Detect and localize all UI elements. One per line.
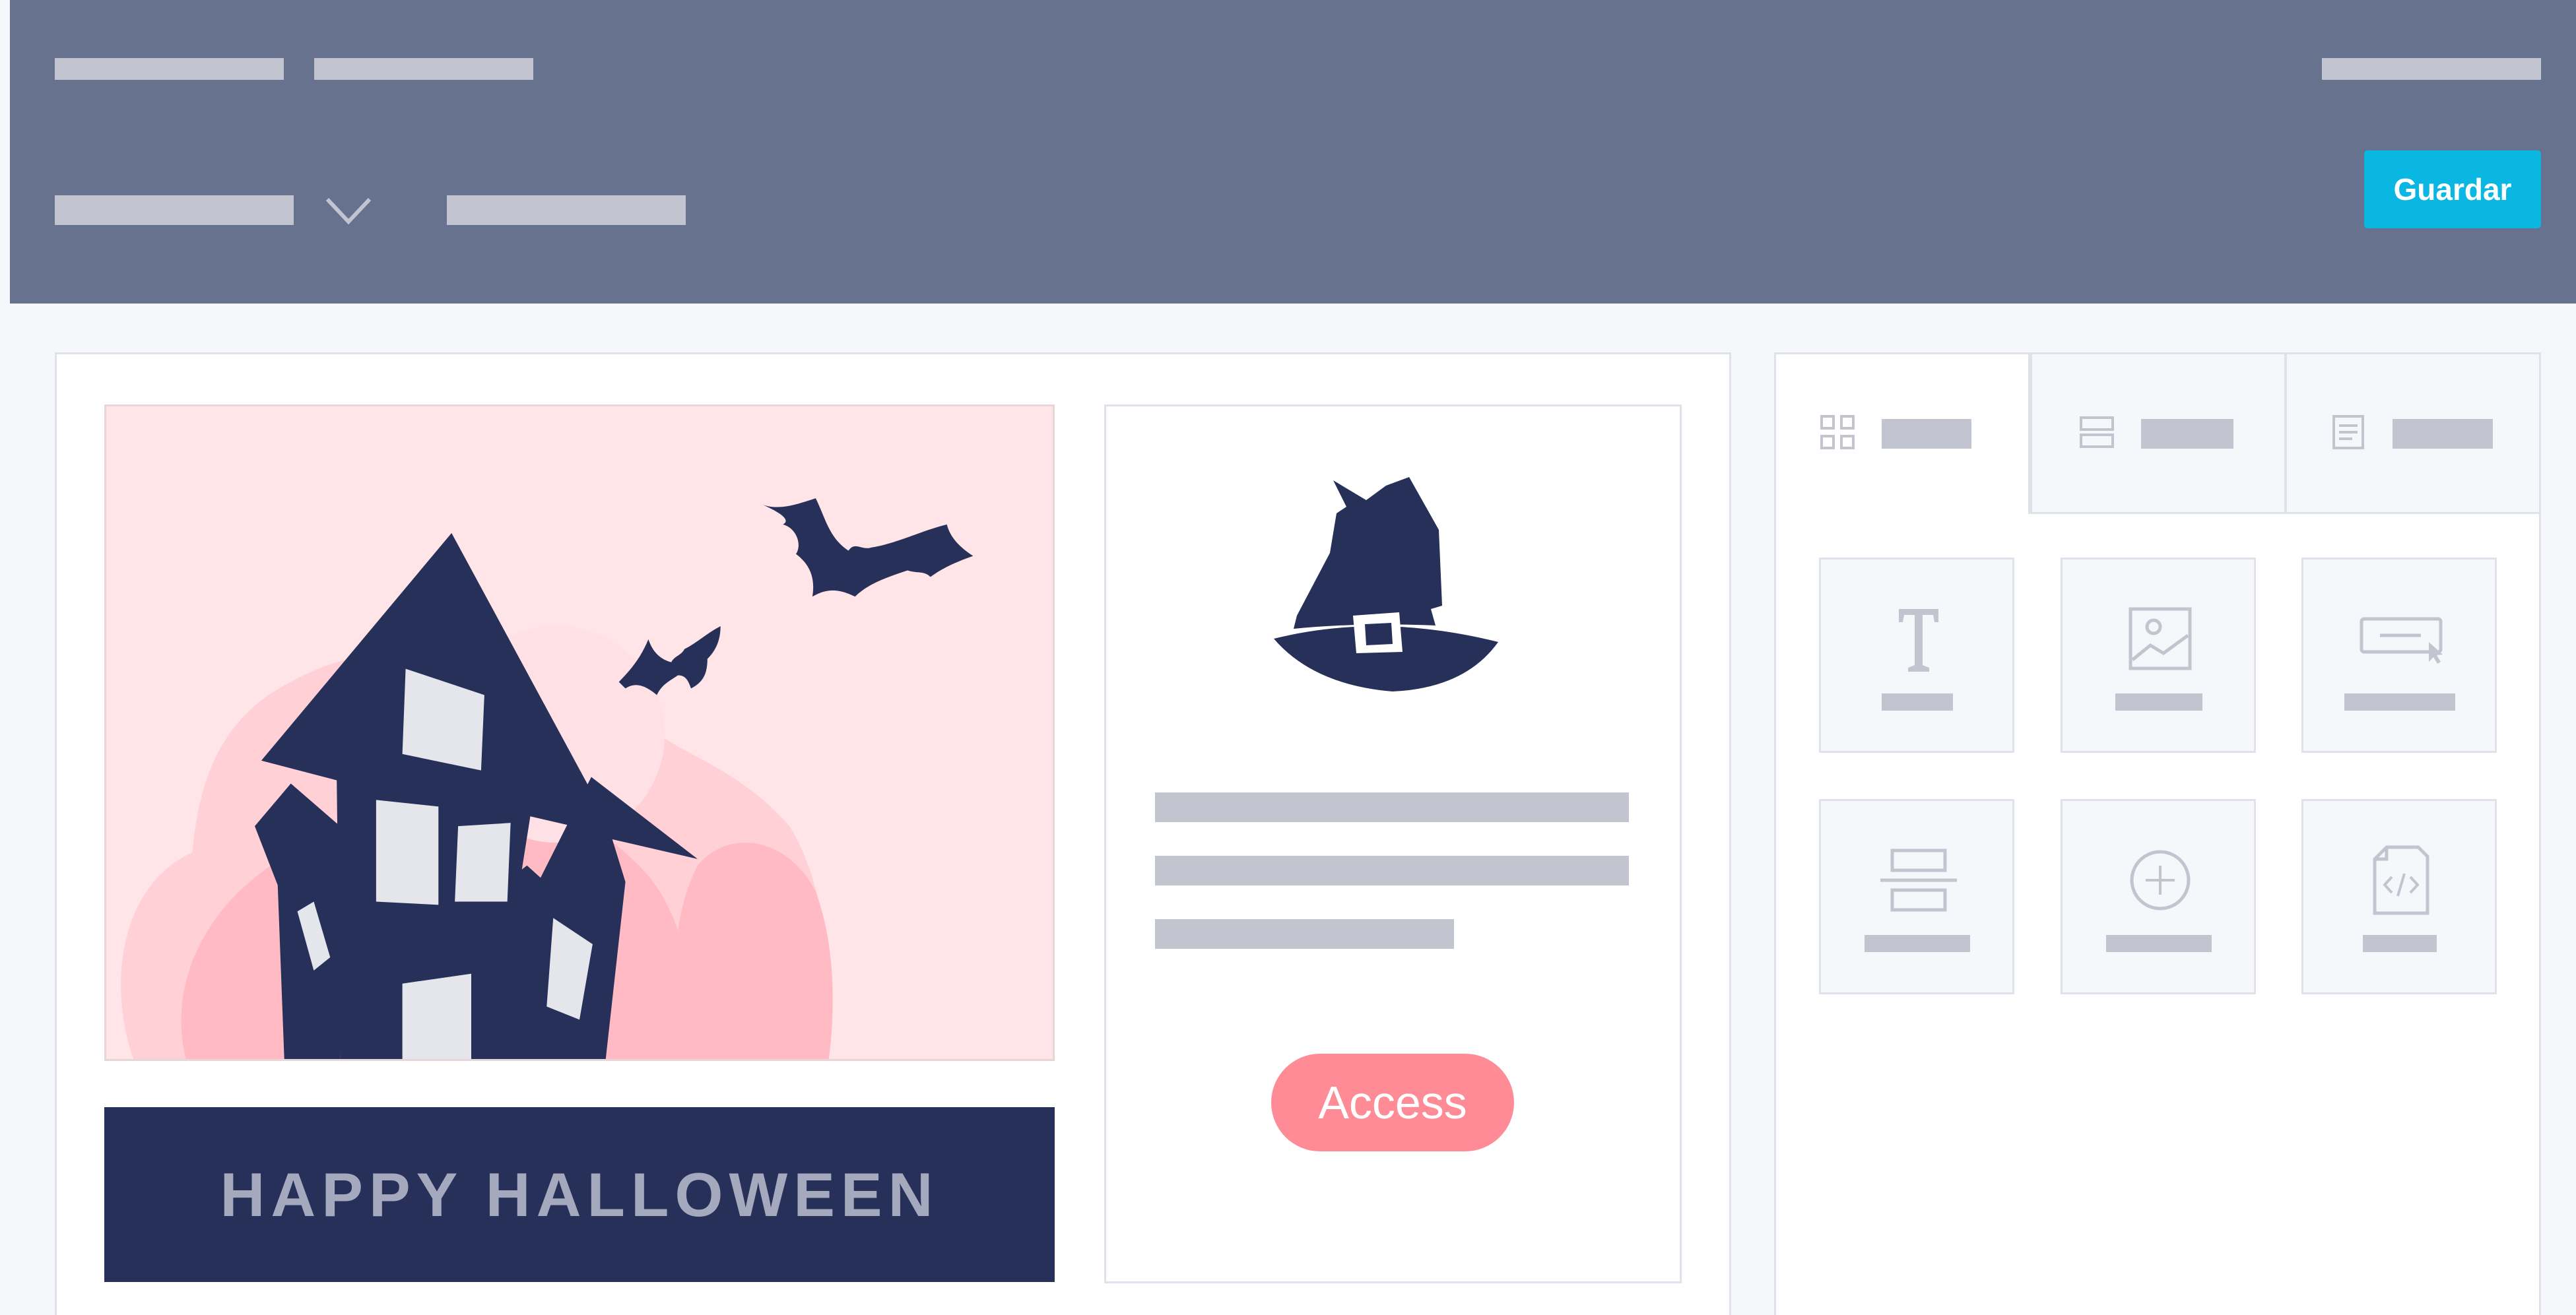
html-block-tile[interactable] (2301, 799, 2497, 994)
divider-icon (1880, 849, 1957, 912)
divider-block-label (1865, 935, 1970, 952)
button-block-label (2344, 693, 2455, 711)
toolbar-placeholder-2[interactable] (314, 58, 533, 80)
text-block-label (1882, 693, 1953, 711)
rows-icon (2080, 416, 2114, 448)
document-icon (2332, 415, 2364, 449)
text-placeholder-line-2 (1155, 856, 1629, 885)
dropdown-placeholder[interactable] (55, 195, 294, 225)
text-placeholder-line-3 (1155, 919, 1454, 949)
image-block-tile[interactable] (2061, 558, 2256, 753)
tab-blocks[interactable] (1774, 352, 2030, 514)
button-block-tile[interactable] (2301, 558, 2497, 753)
banner-title: HAPPY HALLOWEEN (220, 1159, 939, 1229)
toolbar-placeholder-1[interactable] (55, 58, 284, 80)
tab-rows[interactable] (2030, 352, 2286, 514)
text-placeholder-line-1 (1155, 792, 1629, 822)
tab-blocks-label (1882, 419, 1971, 449)
social-block-tile[interactable] (2061, 799, 2256, 994)
divider-block-tile[interactable] (1819, 799, 2014, 994)
chevron-down-icon[interactable] (325, 197, 372, 226)
plus-circle-icon (2130, 850, 2191, 911)
html-block-label (2363, 935, 2437, 952)
top-toolbar (10, 0, 2576, 304)
haunted-house-illustration (121, 498, 974, 1059)
tab-settings-label (2393, 419, 2493, 449)
save-button[interactable]: Guardar (2364, 150, 2541, 228)
image-block-label (2115, 693, 2202, 711)
halloween-hero-image[interactable] (104, 404, 1055, 1061)
toolbar-placeholder-3[interactable] (447, 195, 686, 225)
grid-icon (1820, 415, 1855, 449)
text-block-tile[interactable] (1819, 558, 2014, 753)
toolbar-placeholder-right[interactable] (2322, 58, 2541, 80)
html-file-icon (2373, 845, 2429, 915)
halloween-banner[interactable]: HAPPY HALLOWEEN (104, 1107, 1055, 1282)
tab-settings[interactable] (2285, 352, 2541, 514)
social-block-label (2106, 935, 2212, 952)
witch-hat-icon (1274, 477, 1498, 691)
access-button[interactable]: Access (1271, 1054, 1514, 1151)
text-icon (1899, 609, 1938, 672)
button-icon (2360, 617, 2443, 664)
image-icon (2129, 607, 2192, 670)
tab-rows-label (2141, 419, 2233, 449)
